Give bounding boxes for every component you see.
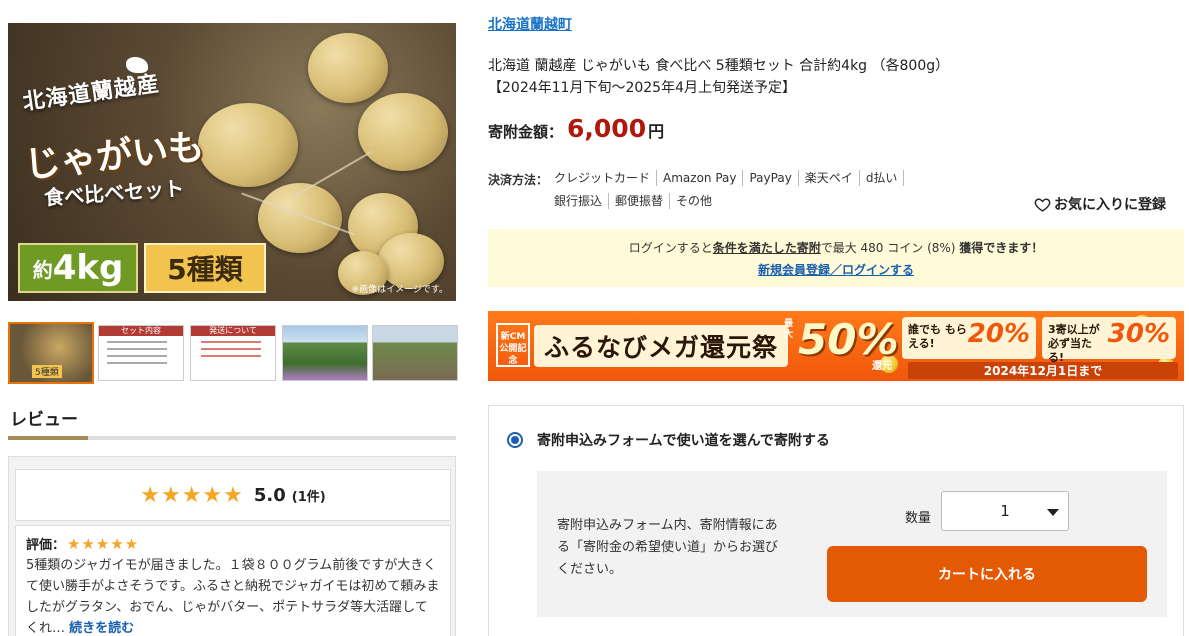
thumbnail-strip: 5種類 セット内容 発送について: [8, 322, 458, 384]
payment-method: 楽天ペイ: [805, 170, 860, 186]
price-value: 6,000: [567, 114, 647, 143]
thumbnail-text-line: [201, 341, 261, 343]
login-notice-text: ログインすると条件を満たした寄附で最大 480 コイン (8%) 獲得できます！: [488, 239, 1184, 256]
login-notice: ログインすると条件を満たした寄附で最大 480 コイン (8%) 獲得できます！…: [488, 229, 1184, 287]
payment-method: d払い: [866, 170, 905, 186]
login-text-c: で最大 480 コイン (8%): [820, 241, 956, 255]
banner-kangen: 還元: [872, 361, 892, 372]
review-rating-label: 評価：: [26, 538, 66, 553]
price-row: 寄附金額： 6,000 円: [488, 114, 664, 143]
thumbnail-1[interactable]: 5種類: [8, 322, 94, 384]
review-rating-row: 評価： ★★★★★: [26, 534, 440, 554]
banner-title: ふるなびメガ還元祭: [534, 325, 789, 367]
price-unit: 円: [648, 122, 665, 141]
login-text-d: 獲得できます！: [959, 241, 1044, 255]
thumbnail-4[interactable]: [282, 325, 368, 381]
donation-form-panel: 寄附申込みフォームで使い道を選んで寄附する 寄附申込みフォーム内、寄附情報にある…: [488, 405, 1184, 636]
product-title: 北海道 蘭越産 じゃがいも 食べ比べ 5種類セット 合計約4kg （各800g）…: [488, 55, 1088, 99]
quantity-label: 数量: [905, 511, 932, 526]
payment-method: クレジットカード: [554, 170, 658, 186]
price-label: 寄附金額：: [488, 123, 564, 141]
thumbnail-text-line: [107, 355, 167, 357]
donation-form-description: 寄附申込みフォーム内、寄附情報にある「寄附金の希望使い道」からお選びください。: [557, 518, 779, 577]
review-score: 5.0: [253, 484, 286, 506]
thumbnail-2[interactable]: セット内容: [98, 325, 184, 381]
thumbnail-header: セット内容: [99, 326, 183, 336]
product-title-line2: 【2024年11月下旬～2025年4月上旬発送予定】: [488, 80, 796, 96]
review-text: 5種類のジャガイモが届きました。１袋８００グラム前後ですが大きくて使い勝手がよさ…: [26, 555, 440, 636]
thumbnail-5[interactable]: [372, 325, 458, 381]
product-title-line1: 北海道 蘭越産 じゃがいも 食べ比べ 5種類セット 合計約4kg （各800g）: [488, 58, 950, 74]
add-to-cart-button[interactable]: カートに入れる: [827, 546, 1147, 602]
image-weight-prefix: 約: [32, 257, 53, 282]
image-weight-value: 4kg: [52, 248, 124, 288]
review-summary: ★★★★★ 5.0 (1件): [15, 469, 451, 521]
donation-option-radio[interactable]: [507, 432, 523, 448]
potato-graphic: [378, 233, 444, 289]
star-rating-icon: ★★★★★: [140, 482, 244, 508]
thumbnail-text-line: [201, 355, 261, 357]
banner-offer-percent: 20%: [967, 319, 1030, 349]
root-graphic: [293, 150, 373, 198]
image-kinds-badge: 5種類: [144, 243, 266, 293]
chevron-down-icon: [1047, 509, 1059, 516]
login-link[interactable]: 新規会員登録／ログインする: [758, 261, 914, 278]
image-weight-badge: 約 4kg: [18, 243, 138, 293]
heart-icon: [1034, 197, 1051, 212]
payment-method: 銀行振込: [554, 193, 610, 209]
payment-row: 銀行振込 郵便振替 その他: [554, 193, 724, 209]
condition-link[interactable]: 条件を満たした寄附: [713, 241, 821, 255]
donation-option-label[interactable]: 寄附申込みフォームで使い道を選んで寄附する: [537, 430, 830, 450]
thumbnail-text-line: [107, 348, 167, 350]
quantity-value: 1: [1000, 502, 1010, 520]
town-link[interactable]: 北海道蘭越町: [488, 14, 572, 34]
banner-date: 2024年12月1日まで: [908, 362, 1178, 379]
potato-graphic: [198, 103, 298, 187]
banner-offer-text: 誰でも もらえる!: [908, 323, 967, 350]
campaign-banner[interactable]: 新CM 公開記念 ふるなびメガ還元祭 最大 50% 還元 誰でも もらえる! 2…: [488, 311, 1184, 381]
potato-graphic: [308, 33, 388, 103]
thumbnail-header: 発送について: [191, 326, 275, 336]
payment-label: 決済方法：: [488, 173, 549, 187]
image-note: ※画像はイメージです。: [351, 285, 448, 295]
banner-offer-1: 誰でも もらえる! 20%: [902, 317, 1036, 359]
payment-row: クレジットカード Amazon Pay PayPay 楽天ペイ d払い: [554, 170, 910, 186]
review-heading: レビュー: [10, 410, 78, 430]
payment-method: Amazon Pay: [663, 170, 744, 186]
star-rating-icon: ★★★★★: [67, 534, 140, 553]
quantity-select[interactable]: 1: [941, 491, 1069, 531]
thumbnail-text-line: [201, 348, 261, 350]
thumbnail-text-line: [107, 362, 167, 364]
favorite-button[interactable]: お気に入りに登録: [1034, 194, 1166, 214]
payment-method: PayPay: [749, 170, 799, 186]
thumbnail-text-line: [107, 341, 167, 343]
main-product-image[interactable]: 北海道蘭越産 じゃがいも 食べ比べセット 約 4kg 5種類 ※画像はイメージです…: [8, 23, 456, 301]
payment-method: 郵便振替: [615, 193, 671, 209]
review-card: 評価： ★★★★★ 5種類のジャガイモが届きました。１袋８００グラム前後ですが大…: [15, 525, 451, 636]
banner-offer-2: 3寄以上が 必ず当たる! 30%: [1042, 317, 1176, 364]
potato-graphic: [358, 93, 448, 171]
review-divider: [8, 436, 456, 440]
thumbnail-label: 5種類: [32, 365, 62, 378]
banner-offer-percent: 30%: [1107, 319, 1170, 349]
payment-method: その他: [676, 194, 713, 208]
favorite-label: お気に入りに登録: [1054, 197, 1166, 213]
donation-form-inner: 寄附申込みフォーム内、寄附情報にある「寄附金の希望使い道」からお選びください。 …: [537, 471, 1167, 617]
thumbnail-3[interactable]: 発送について: [190, 325, 276, 381]
banner-cm-badge: 新CM 公開記念: [496, 323, 530, 367]
review-panel: ★★★★★ 5.0 (1件) 評価： ★★★★★ 5種類のジャガイモが届きました…: [8, 456, 456, 636]
read-more-link[interactable]: 続きを読む: [69, 621, 134, 636]
banner-offer-text: 3寄以上が 必ず当たる!: [1048, 323, 1100, 364]
login-text-a: ログインすると: [628, 241, 713, 255]
review-count: (1件): [291, 489, 326, 505]
image-origin-text: 北海道蘭越産: [21, 71, 162, 116]
